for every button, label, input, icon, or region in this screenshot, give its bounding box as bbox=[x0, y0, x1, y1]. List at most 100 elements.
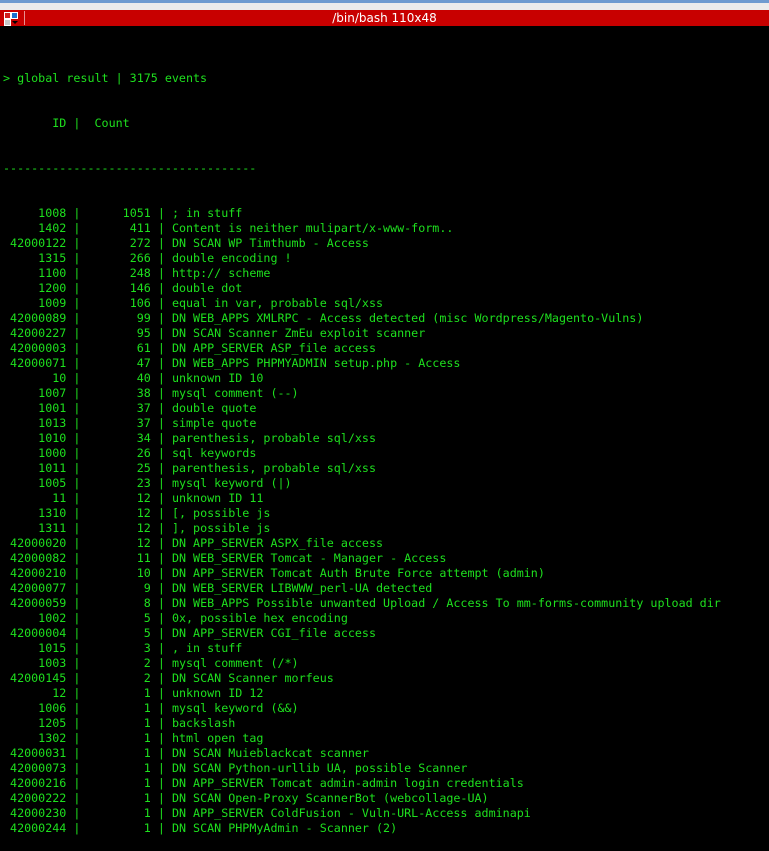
row-separator: | bbox=[150, 776, 172, 790]
row-separator: | bbox=[150, 356, 172, 370]
row-separator: | bbox=[150, 371, 172, 385]
row-count: 1 bbox=[87, 791, 151, 805]
row-id: 1009 bbox=[3, 296, 67, 310]
table-row: 42000031 | 1 | DN SCAN Muieblackcat scan… bbox=[3, 746, 721, 761]
row-count: 1 bbox=[87, 716, 151, 730]
row-description: DN APP_SERVER ASP_file access bbox=[171, 341, 376, 355]
table-row: 1013 | 37 | simple quote bbox=[3, 416, 721, 431]
row-count: 248 bbox=[87, 266, 151, 280]
row-id: 1010 bbox=[3, 431, 67, 445]
row-separator: | bbox=[66, 776, 88, 790]
row-description: ], possible js bbox=[171, 521, 271, 535]
row-separator: | bbox=[150, 671, 172, 685]
row-count: 11 bbox=[87, 551, 151, 565]
row-separator: | bbox=[150, 281, 172, 295]
row-description: double encoding ! bbox=[171, 251, 292, 265]
row-id: 42000122 bbox=[3, 236, 67, 250]
row-count: 1 bbox=[87, 761, 151, 775]
table-row: 11 | 12 | unknown ID 11 bbox=[3, 491, 721, 506]
table-row: 42000230 | 1 | DN APP_SERVER ColdFusion … bbox=[3, 806, 721, 821]
table-row: 42000003 | 61 | DN APP_SERVER ASP_file a… bbox=[3, 341, 721, 356]
row-description: simple quote bbox=[171, 416, 257, 430]
row-separator: | bbox=[66, 341, 88, 355]
terminal-titlebar[interactable]: /bin/bash 110x48 bbox=[0, 10, 769, 26]
window-title: /bin/bash 110x48 bbox=[332, 11, 437, 25]
table-row: 12 | 1 | unknown ID 12 bbox=[3, 686, 721, 701]
row-id: 1013 bbox=[3, 416, 67, 430]
table-row: 1001 | 37 | double quote bbox=[3, 401, 721, 416]
row-description: double quote bbox=[171, 401, 257, 415]
row-id: 1000 bbox=[3, 446, 67, 460]
table-body: 1008 | 1051 | ; in stuff 1402 | 411 | Co… bbox=[3, 206, 721, 836]
table-row: 1310 | 12 | [, possible js bbox=[3, 506, 721, 521]
row-separator: | bbox=[66, 506, 88, 520]
row-id: 42000216 bbox=[3, 776, 67, 790]
table-row: 1002 | 5 | 0x, possible hex encoding bbox=[3, 611, 721, 626]
row-id: 1015 bbox=[3, 641, 67, 655]
row-count: 40 bbox=[87, 371, 151, 385]
row-description: DN SCAN Python-urllib UA, possible Scann… bbox=[171, 761, 468, 775]
row-count: 272 bbox=[87, 236, 151, 250]
row-description: mysql keyword (|) bbox=[171, 476, 292, 490]
table-row: 1010 | 34 | parenthesis, probable sql/xs… bbox=[3, 431, 721, 446]
row-separator: | bbox=[66, 266, 88, 280]
row-count: 1 bbox=[87, 731, 151, 745]
row-count: 2 bbox=[87, 671, 151, 685]
row-separator: | bbox=[150, 731, 172, 745]
table-row: 1011 | 25 | parenthesis, probable sql/xs… bbox=[3, 461, 721, 476]
row-count: 10 bbox=[87, 566, 151, 580]
row-id: 10 bbox=[3, 371, 67, 385]
row-description: Content is neither mulipart/x-www-form.. bbox=[171, 221, 454, 235]
row-separator: | bbox=[66, 521, 88, 535]
row-count: 12 bbox=[87, 521, 151, 535]
row-count: 37 bbox=[87, 416, 151, 430]
row-separator: | bbox=[150, 806, 172, 820]
row-separator: | bbox=[66, 716, 88, 730]
row-description: DN APP_SERVER ASPX_file access bbox=[171, 536, 384, 550]
table-row: 1200 | 146 | double dot bbox=[3, 281, 721, 296]
row-description: parenthesis, probable sql/xss bbox=[171, 431, 376, 445]
row-count: 34 bbox=[87, 431, 151, 445]
row-description: DN SCAN Scanner morfeus bbox=[171, 671, 334, 685]
row-description: equal in var, probable sql/xss bbox=[171, 296, 384, 310]
table-row: 1000 | 26 | sql keywords bbox=[3, 446, 721, 461]
row-separator: | bbox=[150, 686, 172, 700]
row-separator: | bbox=[66, 296, 88, 310]
row-description: DN APP_SERVER ColdFusion - Vuln-URL-Acce… bbox=[171, 806, 531, 820]
row-separator: | bbox=[66, 626, 88, 640]
row-description: DN SCAN WP Timthumb - Access bbox=[171, 236, 369, 250]
table-row: 42000073 | 1 | DN SCAN Python-urllib UA,… bbox=[3, 761, 721, 776]
row-separator: | bbox=[66, 641, 88, 655]
terminal-output[interactable]: > global result | 3175 events ID | Count… bbox=[3, 41, 721, 851]
row-id: 42000003 bbox=[3, 341, 67, 355]
row-id: 1005 bbox=[3, 476, 67, 490]
window-frame bbox=[0, 3, 769, 10]
row-separator: | bbox=[66, 416, 88, 430]
row-count: 47 bbox=[87, 356, 151, 370]
row-separator: | bbox=[66, 566, 88, 580]
row-separator: | bbox=[150, 656, 172, 670]
table-row: 1311 | 12 | ], possible js bbox=[3, 521, 721, 536]
table-row: 1007 | 38 | mysql comment (--) bbox=[3, 386, 721, 401]
table-row: 1009 | 106 | equal in var, probable sql/… bbox=[3, 296, 721, 311]
row-count: 38 bbox=[87, 386, 151, 400]
row-id: 1311 bbox=[3, 521, 67, 535]
row-count: 146 bbox=[87, 281, 151, 295]
table-row: 42000227 | 95 | DN SCAN Scanner ZmEu exp… bbox=[3, 326, 721, 341]
row-separator: | bbox=[66, 326, 88, 340]
row-separator: | bbox=[150, 401, 172, 415]
row-description: ; in stuff bbox=[171, 206, 243, 220]
row-count: 8 bbox=[87, 596, 151, 610]
row-description: unknown ID 12 bbox=[171, 686, 264, 700]
row-separator: | bbox=[150, 386, 172, 400]
row-count: 1 bbox=[87, 821, 151, 835]
row-id: 1302 bbox=[3, 731, 67, 745]
row-id: 1310 bbox=[3, 506, 67, 520]
row-id: 42000082 bbox=[3, 551, 67, 565]
row-count: 266 bbox=[87, 251, 151, 265]
row-description: 0x, possible hex encoding bbox=[171, 611, 348, 625]
row-description: double dot bbox=[171, 281, 243, 295]
row-separator: | bbox=[150, 296, 172, 310]
table-row: 42000020 | 12 | DN APP_SERVER ASPX_file … bbox=[3, 536, 721, 551]
row-separator: | bbox=[150, 551, 172, 565]
